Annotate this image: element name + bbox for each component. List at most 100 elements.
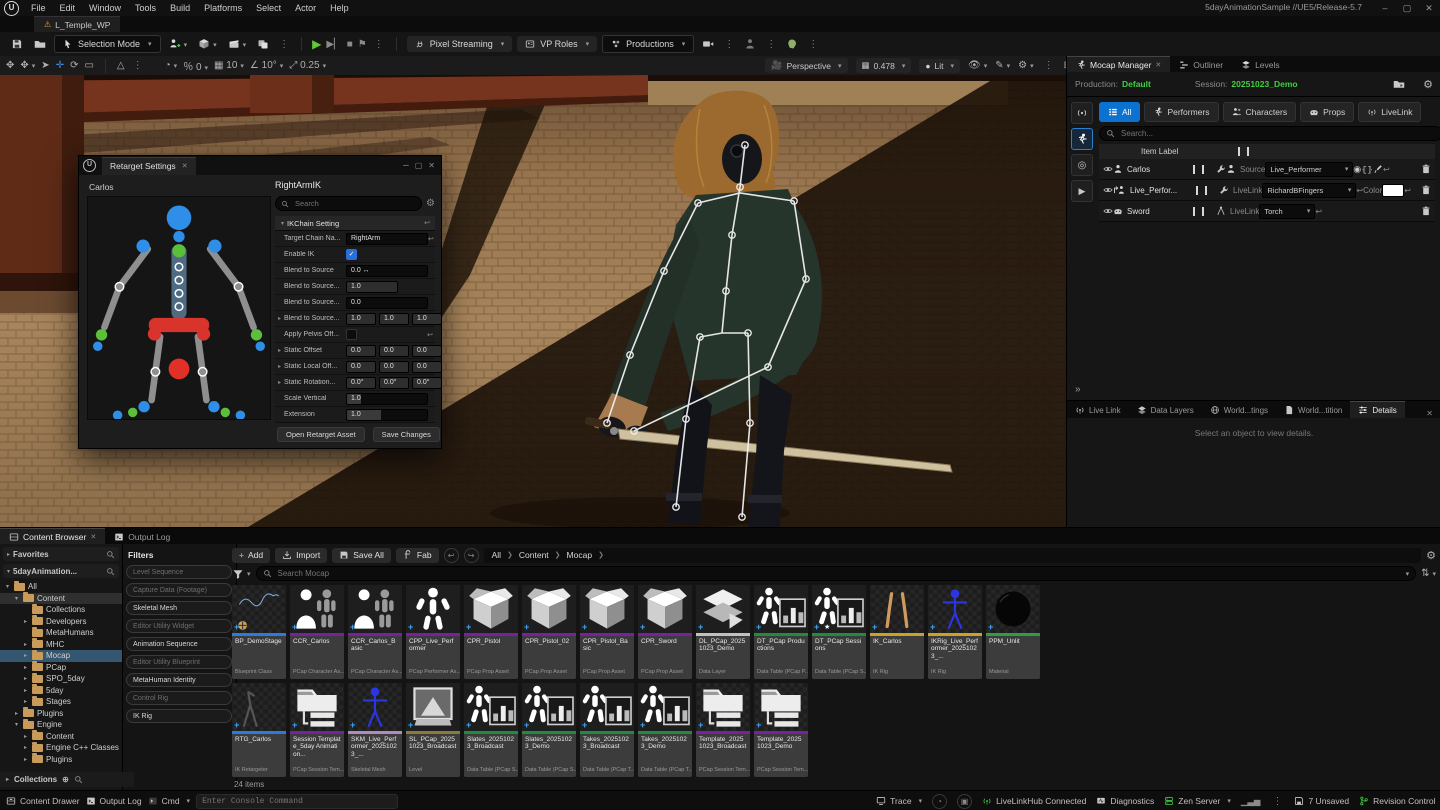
asset-tile[interactable]: +Slates_20251023_BroadcastData Table (PC… [464, 683, 518, 777]
session-browser-icon[interactable] [1393, 78, 1405, 90]
menu-file[interactable]: File [24, 2, 53, 14]
scale-snap-icon[interactable]: ⤢ 0.25▾ [289, 60, 326, 71]
import-button[interactable]: Import [275, 548, 327, 563]
asset-tile[interactable]: +DL_PCap_20251023_DemoData Layer [696, 585, 750, 679]
tree-item-collections[interactable]: Collections [0, 604, 122, 616]
back-icon[interactable]: ↩ [444, 548, 459, 563]
performer-options-icon[interactable]: ⋮ [764, 39, 778, 50]
tab-content-browser[interactable]: Content Browser✕ [0, 528, 105, 544]
tree-arrow-icon[interactable]: ▸ [22, 652, 29, 659]
project-search-icon[interactable] [106, 566, 115, 575]
asset-tile[interactable]: +CCR_Carlos_BasicPCap Character As... [348, 585, 402, 679]
vector-field[interactable]: 0.0° [379, 377, 409, 389]
tree-item-mhc[interactable]: ▸MHC [0, 639, 122, 651]
reset-icon[interactable]: ↩ [1315, 207, 1322, 216]
pause-icon[interactable] [1193, 165, 1204, 174]
cmd-dropdown[interactable]: Cmd▾ [148, 796, 190, 806]
browse-icon[interactable] [31, 38, 49, 50]
expand-icon[interactable]: ▸ [275, 315, 284, 322]
tree-arrow-icon[interactable]: ▸ [22, 675, 29, 682]
tree-item-all[interactable]: ▾All [0, 581, 122, 593]
tree-item-stages[interactable]: ▸Stages [0, 696, 122, 708]
dropper-icon[interactable] [1373, 164, 1383, 174]
menu-platforms[interactable]: Platforms [197, 2, 249, 14]
tree-item-mocap[interactable]: ▸Mocap [0, 650, 122, 662]
menu-tools[interactable]: Tools [128, 2, 163, 14]
cinematics-icon[interactable]: ▾ [225, 38, 250, 50]
mocap-filter-characters[interactable]: Characters [1223, 102, 1297, 122]
tab-world-tition[interactable]: World...tition [1276, 402, 1350, 418]
property-row[interactable]: Scale Vertical1.0 [275, 391, 435, 407]
vector-field[interactable]: 1.0 [379, 313, 409, 325]
visibility-icon[interactable] [1103, 164, 1113, 174]
screenshot-icon[interactable]: ▣ [957, 794, 972, 809]
collections-search-icon[interactable] [74, 775, 83, 784]
play-button[interactable]: ▶ [312, 37, 321, 51]
collections-row[interactable]: ▸ Collections ⊕ [0, 772, 134, 787]
tab-world-tings[interactable]: World...tings [1202, 402, 1276, 418]
surface-snap-icon[interactable]: ◔▾ [165, 60, 178, 71]
breadcrumb-mocap[interactable]: Mocap [567, 550, 593, 560]
tree-item-content[interactable]: ▾Content [0, 593, 122, 605]
restore-button[interactable]: ▢ [1396, 0, 1418, 16]
asset-tile[interactable]: +Takes_20251023_DemoData Table (PCap T..… [638, 683, 692, 777]
stop-button[interactable]: ■ [347, 39, 353, 50]
grid-snap-icon[interactable]: ％ 0▾ [183, 58, 208, 73]
retarget-settings-icon[interactable]: ⚙ [426, 198, 435, 209]
transform-dropdown-icon[interactable]: ✥▾ [20, 60, 35, 71]
livelink-mode-icon[interactable] [1071, 102, 1093, 124]
value-field[interactable]: 0.0 [346, 297, 428, 309]
asset-tile[interactable]: +Session Template_5day Animation...PCap … [290, 683, 344, 777]
productions-dropdown[interactable]: Productions▾ [602, 35, 694, 53]
unreal-logo-icon[interactable]: U [4, 1, 19, 16]
vector-field[interactable]: 0.0 [379, 345, 409, 357]
tree-arrow-icon[interactable]: ▸ [13, 710, 20, 717]
tree-arrow-icon[interactable]: ▸ [22, 618, 29, 625]
tree-item-developers[interactable]: ▸Developers [0, 616, 122, 628]
visibility-icon[interactable] [1103, 206, 1113, 216]
value-field[interactable]: 1.0 [346, 281, 398, 293]
mocap-filter-performers[interactable]: Performers [1144, 102, 1218, 122]
mocap-filter-props[interactable]: Props [1300, 102, 1354, 122]
slider-field[interactable]: 1.0 [346, 393, 428, 405]
retarget-titlebar[interactable]: U Retarget Settings ✕ – ▢ ✕ [79, 156, 441, 175]
detail-tabs-close-icon[interactable]: ✕ [1418, 409, 1440, 418]
record-icon[interactable]: ◉ [1353, 164, 1361, 175]
filter-pill[interactable]: Editor Utility Widget [126, 619, 232, 633]
tab-data-layers[interactable]: Data Layers [1129, 402, 1202, 418]
expand-icon[interactable]: ▸ [275, 363, 284, 370]
content-settings-icon[interactable]: ⚙ [1426, 549, 1436, 562]
content-drawer-button[interactable]: Content Drawer [6, 796, 80, 806]
session-value[interactable]: 20251023_Demo [1231, 79, 1297, 89]
takes-tool-icon[interactable] [783, 38, 801, 50]
camera-speed-dropdown[interactable]: ▦0.478▾ [856, 58, 912, 73]
viewport-settings-icon[interactable]: ⚙▾ [1018, 60, 1033, 71]
tree-arrow-icon[interactable]: ▸ [22, 733, 29, 740]
output-log-button[interactable]: Output Log [86, 796, 142, 806]
tab-live-link[interactable]: Live Link [1067, 402, 1129, 418]
source-dropdown[interactable]: Live_Performer▾ [1265, 162, 1353, 177]
add-collection-icon[interactable]: ⊕ [62, 775, 69, 784]
tree-arrow-icon[interactable]: ▸ [22, 744, 29, 751]
perspective-dropdown[interactable]: 🎥Perspective▾ [765, 58, 847, 73]
asset-search-input[interactable] [276, 568, 880, 579]
source-dropdown[interactable]: Torch▾ [1259, 204, 1315, 219]
vector-field[interactable]: 0.0 [379, 361, 409, 373]
tab-mocap-manager[interactable]: Mocap Manager✕ [1067, 56, 1170, 72]
open-retarget-asset-button[interactable]: Open Retarget Asset [277, 427, 365, 442]
asset-tile[interactable]: +CPP_Live_PerformerPCap Performer As... [406, 585, 460, 679]
checkbox[interactable]: ✓ [346, 249, 357, 260]
tree-item-content[interactable]: ▸Content [0, 731, 122, 743]
tree-item-plugins[interactable]: ▸Plugins [0, 754, 122, 766]
viewport-more-icon[interactable]: ⋮ [131, 60, 145, 71]
color-swatch[interactable] [1382, 184, 1404, 197]
menu-help[interactable]: Help [323, 2, 356, 14]
expand-icon[interactable]: ▸ [275, 347, 284, 354]
pixel-streaming-dropdown[interactable]: Pixel Streaming▾ [407, 36, 513, 52]
menu-select[interactable]: Select [249, 2, 288, 14]
add-actor-icon[interactable]: ▾ [166, 38, 191, 50]
takes-options-icon[interactable]: ⋮ [806, 39, 820, 50]
tree-arrow-icon[interactable]: ▸ [22, 756, 29, 763]
asset-tile[interactable]: +RTG_CarlosIK Retargeter [232, 683, 286, 777]
property-row[interactable]: Enable IK✓ [275, 247, 435, 263]
